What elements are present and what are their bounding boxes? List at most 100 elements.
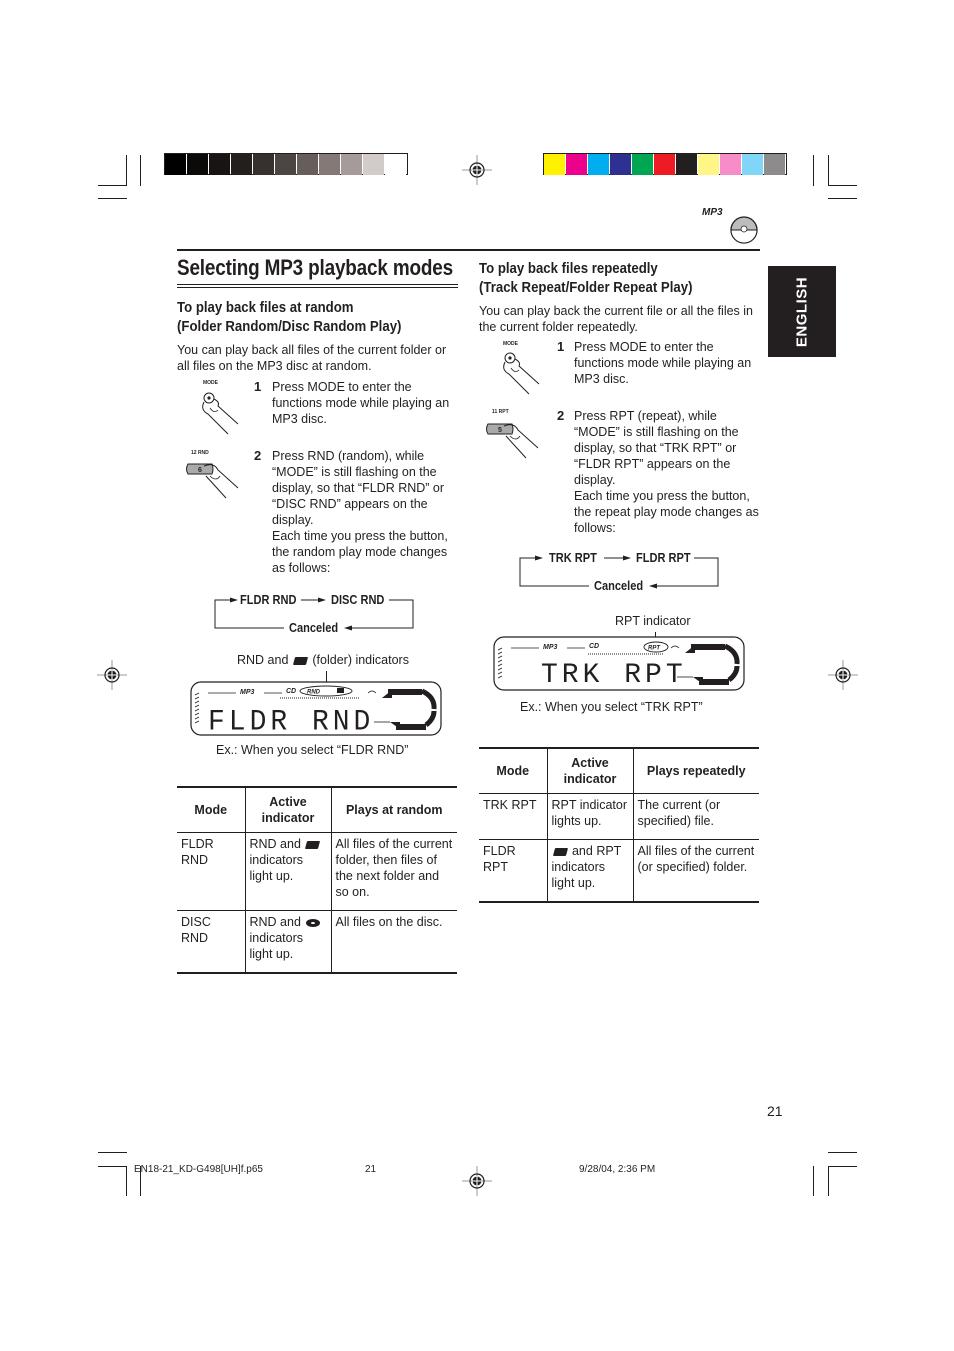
crop-mark [828,1166,857,1167]
color-swatch [385,154,406,175]
cell-mode: FLDR RND [181,837,214,867]
step-number: 2 [254,448,262,463]
color-swatch [720,154,741,175]
crop-mark [828,198,857,199]
page-number: 21 [767,1103,783,1119]
step-text: Press MODE to enter the functions mode w… [272,380,450,426]
footer-page: 21 [365,1164,377,1175]
folder-icon [552,847,568,856]
lcd-mp3-label: MP3 [240,689,255,696]
crop-mark [828,185,857,186]
color-swatch [319,154,340,175]
footer-filename: EN18-21_KD-G498[UH]f.p65 [134,1164,263,1175]
lcd-rnd-label: RND [307,690,321,696]
crop-mark [140,155,141,186]
repeat-heading-line2: (Track Repeat/Folder Repeat Play) [479,279,693,296]
indicator-text-pre: RND and [249,837,301,851]
step-text-cycle-note: Each time you press the button, the repe… [574,489,759,535]
arrow-icon [649,583,657,589]
table-row: DISC RND RND and indicators light up. Al… [177,910,457,973]
lcd-rpt-label: RPT [648,646,661,652]
crop-mark [98,1166,127,1167]
rpt-button-label: 11 RPT [492,409,509,415]
color-swatch [544,154,565,175]
repeat-intro: You can play back the current file or al… [479,304,753,334]
rnd-indicator-caption: RND and (folder) indicators [237,653,409,667]
color-swatch [187,154,208,175]
rpt-indicator-caption: RPT indicator [615,614,691,628]
cycle-canceled: Canceled [289,620,339,635]
color-swatch [165,154,186,175]
column-header-mode: Mode [194,803,228,817]
disc-icon [306,918,321,927]
cycle-trk-rpt: TRK RPT [549,550,597,565]
step-text: Press RPT (repeat), while “MODE” is stil… [574,408,759,536]
color-swatch [363,154,384,175]
indicator-text-post: indicators light up. [249,931,304,961]
step-text-main: Press RPT (repeat), while “MODE” is stil… [574,409,739,487]
header-rule [177,249,760,251]
cell-plays: All files of the current folder, then fi… [330,832,457,911]
cell-plays: All files on the disc. [330,910,457,973]
crop-mark [98,1152,127,1153]
random-heading-line1: To play back files at random [177,299,354,316]
color-swatch [698,154,719,175]
folder-icon [292,656,308,665]
crop-mark [98,185,127,186]
cycle-fldr-rpt: FLDR RPT [636,550,691,565]
lcd-segment-text: TRK RPT [541,660,687,691]
table-header-row: Mode Active indicator Plays at random [177,787,457,833]
column-header-mode: Mode [496,764,530,778]
mp3-logo-text: MP3 [702,207,723,218]
random-intro: You can play back all files of the curre… [177,343,447,373]
lcd-cd-label: CD [589,643,599,650]
lcd-folder-indicator-icon [337,688,344,693]
crop-mark [98,198,127,199]
table-header-row: Mode Active indicator Plays repeatedly [479,748,759,794]
caption-pre: RND and [237,653,289,667]
color-swatch [275,154,296,175]
step-text-main: Press RND (random), while “MODE” is stil… [272,449,445,527]
color-swatch [341,154,362,175]
color-swatch [566,154,587,175]
crop-mark [813,1166,814,1196]
title-underline [177,284,458,285]
crop-mark [126,1166,127,1196]
cell-mode: DISC RND [181,915,211,945]
finger-press-mode-icon [202,392,239,435]
arrow-icon [318,597,326,603]
step-number: 1 [254,379,262,394]
crop-mark [828,155,829,186]
lcd-display-trk-rpt: MP3 CD RPT TRK RPT [493,636,745,691]
random-heading-line2: (Folder Random/Disc Random Play) [177,318,402,335]
crop-mark [828,1166,829,1196]
cell-active-indicator: RND and indicators light up. [244,910,331,973]
title-underline [177,287,458,288]
finger-press-rnd-icon: 6 [186,463,239,499]
color-swatch [654,154,675,175]
crop-mark [813,155,814,186]
arrow-icon [623,555,631,561]
cell-mode: TRK RPT [483,798,537,812]
cycle-canceled: Canceled [594,578,644,593]
rnd-button-label: 12 RND [191,450,209,456]
mode-button-label: MODE [503,341,518,347]
color-swatch [632,154,653,175]
repeat-heading: To play back files repeatedly (Track Rep… [479,259,692,297]
registration-mark-icon [97,660,127,690]
button-key-6: 6 [198,467,202,474]
step-text: Press RND (random), while “MODE” is stil… [272,448,457,576]
page-title: Selecting MP3 playback modes [177,255,453,280]
crop-mark [126,155,127,186]
registration-mark-icon [462,1166,492,1196]
column-header-plays-repeatedly: Plays repeatedly [632,748,759,794]
column-header-active-indicator: Active indicator [244,787,331,833]
color-swatch [209,154,230,175]
caption-post: (folder) indicators [312,653,409,667]
finger-press-rpt-icon: 5 [486,423,539,459]
registration-mark-icon [462,155,492,185]
mode-button-label: MODE [203,380,218,386]
arrow-icon [344,625,352,631]
color-swatch [297,154,318,175]
cycle-fldr-rnd: FLDR RND [240,592,297,607]
